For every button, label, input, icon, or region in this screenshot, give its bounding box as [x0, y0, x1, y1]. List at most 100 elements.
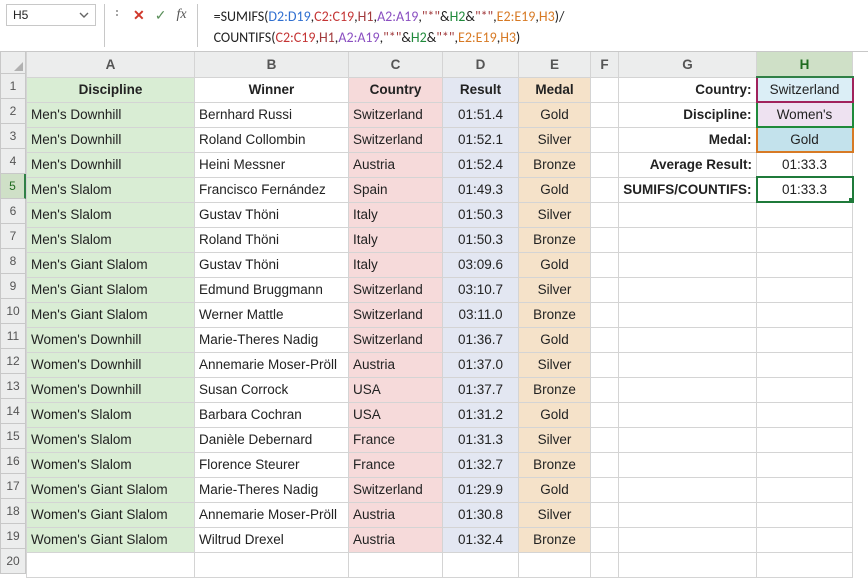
formula-input[interactable]: =SUMIFS(D2:D19,C2:C19,H1,A2:A19,"*"&H2&"… — [206, 4, 862, 50]
cell-H2[interactable]: Women's — [757, 102, 853, 127]
cell-G4[interactable]: Average Result: — [619, 152, 757, 177]
cell-B13[interactable]: Susan Corrock — [195, 377, 349, 402]
row-header-8[interactable]: 8 — [0, 249, 26, 274]
cell-F11[interactable] — [591, 327, 619, 352]
cell-B11[interactable]: Marie-Theres Nadig — [195, 327, 349, 352]
cell-E3[interactable]: Silver — [519, 127, 591, 152]
cell-B9[interactable]: Edmund Bruggmann — [195, 277, 349, 302]
cell-H15[interactable] — [757, 427, 853, 452]
cell-G5[interactable]: SUMIFS/COUNTIFS: — [619, 177, 757, 202]
cell-A10[interactable]: Men's Giant Slalom — [27, 302, 195, 327]
cell-C19[interactable]: Austria — [349, 527, 443, 552]
cell-F10[interactable] — [591, 302, 619, 327]
cell-G17[interactable] — [619, 477, 757, 502]
cell-B16[interactable]: Florence Steurer — [195, 452, 349, 477]
cell-B17[interactable]: Marie-Theres Nadig — [195, 477, 349, 502]
cell-D16[interactable]: 01:32.7 — [443, 452, 519, 477]
cell-C9[interactable]: Switzerland — [349, 277, 443, 302]
cell-E10[interactable]: Bronze — [519, 302, 591, 327]
cell-A7[interactable]: Men's Slalom — [27, 227, 195, 252]
row-header-12[interactable]: 12 — [0, 349, 26, 374]
cell-B14[interactable]: Barbara Cochran — [195, 402, 349, 427]
cell-D8[interactable]: 03:09.6 — [443, 252, 519, 277]
column-header-C[interactable]: C — [349, 52, 443, 77]
cell-E4[interactable]: Bronze — [519, 152, 591, 177]
cell-A5[interactable]: Men's Slalom — [27, 177, 195, 202]
row-header-14[interactable]: 14 — [0, 399, 26, 424]
cell-H1[interactable]: Switzerland — [757, 77, 853, 102]
cell-F20[interactable] — [591, 552, 619, 577]
cell-C16[interactable]: France — [349, 452, 443, 477]
cell-C11[interactable]: Switzerland — [349, 327, 443, 352]
cell-H13[interactable] — [757, 377, 853, 402]
cell-B12[interactable]: Annemarie Moser-Pröll — [195, 352, 349, 377]
cell-F15[interactable] — [591, 427, 619, 452]
cell-E1[interactable]: Medal — [519, 77, 591, 102]
cell-G13[interactable] — [619, 377, 757, 402]
cell-C7[interactable]: Italy — [349, 227, 443, 252]
cell-H8[interactable] — [757, 252, 853, 277]
cell-H12[interactable] — [757, 352, 853, 377]
row-header-5[interactable]: 5 — [0, 174, 26, 199]
cell-E8[interactable]: Gold — [519, 252, 591, 277]
cell-A2[interactable]: Men's Downhill — [27, 102, 195, 127]
cell-G7[interactable] — [619, 227, 757, 252]
cell-G10[interactable] — [619, 302, 757, 327]
cell-E13[interactable]: Bronze — [519, 377, 591, 402]
cell-F18[interactable] — [591, 502, 619, 527]
row-header-11[interactable]: 11 — [0, 324, 26, 349]
cell-A9[interactable]: Men's Giant Slalom — [27, 277, 195, 302]
cell-F4[interactable] — [591, 152, 619, 177]
cell-C5[interactable]: Spain — [349, 177, 443, 202]
cell-D9[interactable]: 03:10.7 — [443, 277, 519, 302]
cell-G12[interactable] — [619, 352, 757, 377]
check-icon[interactable]: ✓ — [155, 8, 167, 22]
cell-E17[interactable]: Gold — [519, 477, 591, 502]
fx-icon[interactable]: fx — [176, 8, 186, 22]
cell-H11[interactable] — [757, 327, 853, 352]
cell-A20[interactable] — [27, 552, 195, 577]
cell-C17[interactable]: Switzerland — [349, 477, 443, 502]
cell-D11[interactable]: 01:36.7 — [443, 327, 519, 352]
cell-E6[interactable]: Silver — [519, 202, 591, 227]
cell-G6[interactable] — [619, 202, 757, 227]
cell-H6[interactable] — [757, 202, 853, 227]
row-header-7[interactable]: 7 — [0, 224, 26, 249]
cell-G9[interactable] — [619, 277, 757, 302]
cell-B1[interactable]: Winner — [195, 77, 349, 102]
cell-A1[interactable]: Discipline — [27, 77, 195, 102]
cell-B4[interactable]: Heini Messner — [195, 152, 349, 177]
cell-A3[interactable]: Men's Downhill — [27, 127, 195, 152]
cell-A15[interactable]: Women's Slalom — [27, 427, 195, 452]
cell-B19[interactable]: Wiltrud Drexel — [195, 527, 349, 552]
cell-D10[interactable]: 03:11.0 — [443, 302, 519, 327]
cell-F14[interactable] — [591, 402, 619, 427]
cell-D3[interactable]: 01:52.1 — [443, 127, 519, 152]
cell-E2[interactable]: Gold — [519, 102, 591, 127]
cell-C14[interactable]: USA — [349, 402, 443, 427]
row-header-1[interactable]: 1 — [0, 74, 26, 99]
cell-D15[interactable]: 01:31.3 — [443, 427, 519, 452]
cell-H20[interactable] — [757, 552, 853, 577]
cell-C4[interactable]: Austria — [349, 152, 443, 177]
column-header-H[interactable]: H — [757, 52, 853, 77]
cell-E16[interactable]: Bronze — [519, 452, 591, 477]
cell-F8[interactable] — [591, 252, 619, 277]
row-header-16[interactable]: 16 — [0, 449, 26, 474]
row-header-4[interactable]: 4 — [0, 149, 26, 174]
cell-F12[interactable] — [591, 352, 619, 377]
cell-A18[interactable]: Women's Giant Slalom — [27, 502, 195, 527]
chevron-down-icon[interactable] — [79, 10, 89, 20]
cell-C12[interactable]: Austria — [349, 352, 443, 377]
cell-F9[interactable] — [591, 277, 619, 302]
cell-D1[interactable]: Result — [443, 77, 519, 102]
cell-A11[interactable]: Women's Downhill — [27, 327, 195, 352]
cell-B18[interactable]: Annemarie Moser-Pröll — [195, 502, 349, 527]
cell-E18[interactable]: Silver — [519, 502, 591, 527]
sheet-table[interactable]: ABCDEFGH DisciplineWinnerCountryResultMe… — [26, 52, 854, 578]
cell-D20[interactable] — [443, 552, 519, 577]
cell-G3[interactable]: Medal: — [619, 127, 757, 152]
cell-H3[interactable]: Gold — [757, 127, 853, 152]
cell-F13[interactable] — [591, 377, 619, 402]
cell-D5[interactable]: 01:49.3 — [443, 177, 519, 202]
